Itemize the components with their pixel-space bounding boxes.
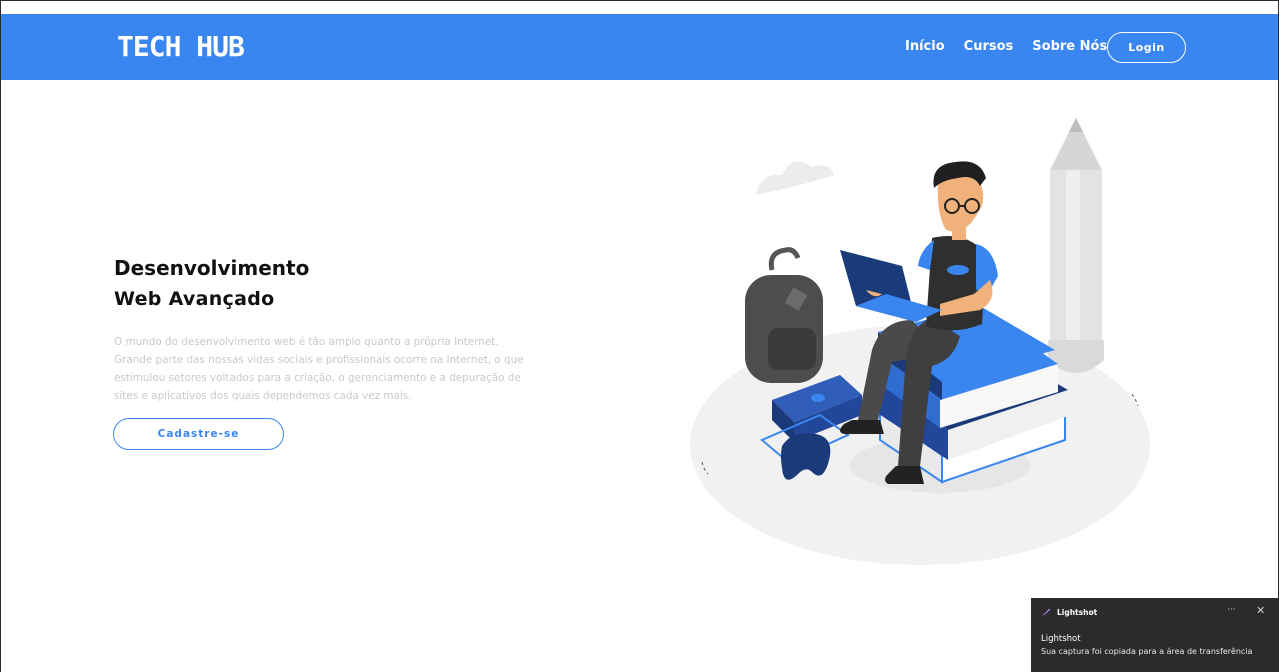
more-options-icon[interactable]: ··· [1227, 605, 1236, 615]
hero-illustration [690, 118, 1150, 565]
site-logo[interactable]: TECH HUB [117, 30, 245, 63]
hero-description: O mundo do desenvolvimento web é tão amp… [114, 336, 524, 402]
notification-title: Lightshot [1041, 634, 1081, 644]
hero-subtitle: Web Avançado [114, 288, 275, 310]
notification-app-name: Lightshot [1057, 607, 1098, 617]
nav-link-inicio[interactable]: Início [905, 39, 945, 54]
nav-links: Início Cursos Sobre Nós [905, 39, 1107, 54]
close-icon[interactable]: ✕ [1256, 604, 1265, 617]
signup-button[interactable]: Cadastre-se [113, 418, 284, 450]
nav-link-cursos[interactable]: Cursos [964, 39, 1014, 54]
cloud-shape [756, 161, 834, 195]
pencil-shape [1048, 118, 1104, 373]
hero-title: Desenvolvimento [114, 256, 310, 280]
notification-header: Lightshot [1041, 607, 1097, 617]
notification-message: Sua captura foi copiada para a área de t… [1041, 647, 1253, 656]
lightshot-notification[interactable]: Lightshot ··· ✕ Lightshot Sua captura fo… [1031, 598, 1279, 672]
login-button[interactable]: Login [1107, 32, 1186, 63]
feather-icon [1042, 608, 1050, 616]
backpack-shape [745, 247, 823, 383]
nav-link-sobre-nos[interactable]: Sobre Nós [1032, 39, 1107, 54]
navbar: TECH HUB Início Cursos Sobre Nós Login [1, 14, 1278, 80]
